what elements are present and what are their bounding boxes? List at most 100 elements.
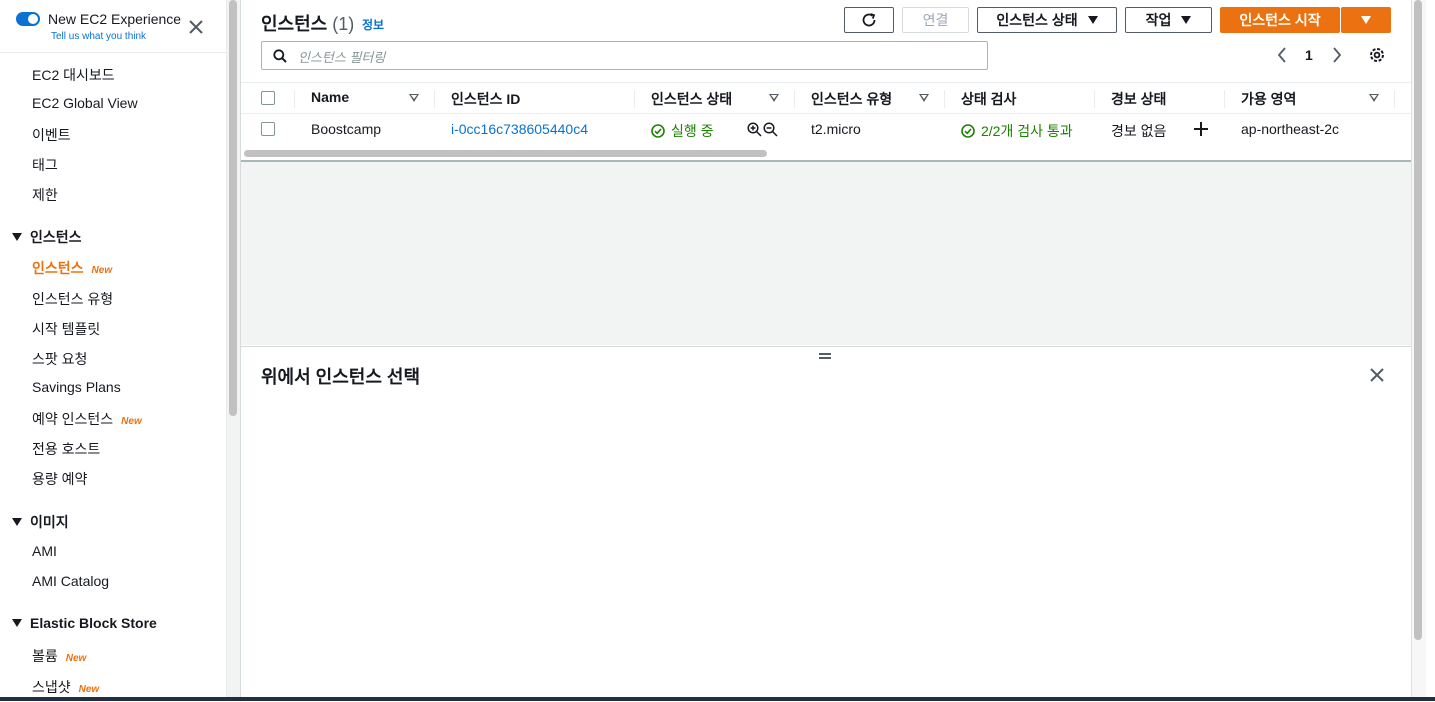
column-header-status-check[interactable]: 상태 검사	[961, 89, 1016, 109]
nav-section-ebs[interactable]: Elastic Block Store	[12, 615, 157, 631]
new-badge: New	[91, 265, 113, 276]
nav-dedicated-hosts[interactable]: 전용 호스트	[32, 439, 100, 459]
launch-dropdown-button[interactable]	[1341, 7, 1391, 33]
close-icon[interactable]	[1368, 366, 1386, 384]
detail-title: 위에서 인스턴스 선택	[261, 367, 421, 387]
experience-title: New EC2 Experience	[48, 11, 182, 27]
nav-snapshots[interactable]: 스냅샷 New	[32, 677, 99, 697]
column-divider	[634, 90, 635, 108]
column-divider	[1094, 90, 1095, 108]
row-checkbox[interactable]	[261, 122, 275, 136]
page-number[interactable]: 1	[1305, 47, 1313, 63]
column-header-name[interactable]: Name	[311, 89, 349, 105]
chevron-right-icon[interactable]	[1331, 46, 1343, 64]
sidebar: New EC2 Experience Tell us what you thin…	[0, 0, 227, 701]
column-divider	[434, 90, 435, 108]
column-divider	[294, 90, 295, 108]
refresh-button[interactable]	[844, 7, 894, 33]
cell-availability-zone: ap-northeast-2c	[1241, 121, 1340, 137]
nav-volumes[interactable]: 볼륨 New	[32, 646, 86, 666]
instance-count: (1)	[332, 14, 355, 34]
refresh-icon	[862, 13, 876, 27]
launch-instances-button[interactable]: 인스턴스 시작	[1220, 7, 1340, 33]
zoom-in-icon[interactable]	[747, 122, 762, 137]
table-scrollbar-thumb[interactable]	[244, 150, 767, 157]
nav-ami[interactable]: AMI	[32, 543, 57, 559]
cell-status-check: 2/2개 검사 통과	[961, 121, 1073, 141]
table-row[interactable]: Boostcamp i-0cc16c738605440c4 실행 중 t2.mi…	[241, 113, 1411, 145]
instances-panel: 인스턴스 (1) 정보 연결 인스턴스 상태 작업 인스턴스 시작 1	[241, 0, 1411, 162]
main-content: 인스턴스 (1) 정보 연결 인스턴스 상태 작업 인스턴스 시작 1	[240, 0, 1412, 702]
chevron-left-icon[interactable]	[1276, 46, 1288, 64]
nav-instance-types[interactable]: 인스턴스 유형	[32, 289, 113, 309]
instance-state-button[interactable]: 인스턴스 상태	[977, 7, 1117, 33]
bottom-border	[0, 697, 1435, 701]
column-header-instance-type[interactable]: 인스턴스 유형	[811, 89, 892, 109]
nav-section-instances[interactable]: 인스턴스	[12, 227, 82, 247]
caret-down-icon	[1361, 16, 1371, 24]
feedback-link[interactable]: Tell us what you think	[51, 31, 146, 42]
table-header: Name 인스턴스 ID 인스턴스 상태 인스턴스 유형 상태 검사 경보 상태…	[241, 82, 1411, 114]
resize-handle-icon[interactable]	[819, 352, 831, 360]
nav-capacity-reservations[interactable]: 용량 예약	[32, 469, 87, 489]
nav-label: 예약 인스턴스	[32, 411, 114, 427]
page-title: 인스턴스 (1)	[261, 10, 354, 36]
main-scrollbar-thumb[interactable]	[1414, 0, 1422, 640]
nav-instances[interactable]: 인스턴스 New	[32, 258, 112, 278]
nav-spot-requests[interactable]: 스팟 요청	[32, 349, 87, 369]
empty-table-area	[241, 162, 1411, 345]
gear-icon[interactable]	[1368, 46, 1386, 64]
sort-icon[interactable]	[769, 94, 779, 102]
plus-icon[interactable]	[1193, 121, 1209, 137]
actions-button[interactable]: 작업	[1125, 7, 1212, 33]
column-header-availability-zone[interactable]: 가용 영역	[1241, 89, 1296, 109]
section-label: 이미지	[30, 514, 69, 530]
nav-limits[interactable]: 제한	[32, 185, 58, 205]
column-header-alarm-status[interactable]: 경보 상태	[1111, 89, 1166, 109]
filter-input[interactable]	[296, 46, 980, 68]
zoom-out-icon[interactable]	[763, 122, 778, 137]
nav-ami-catalog[interactable]: AMI Catalog	[32, 573, 109, 589]
column-header-instance-id[interactable]: 인스턴스 ID	[451, 89, 520, 109]
sort-icon[interactable]	[409, 94, 419, 102]
caret-down-icon	[12, 619, 22, 627]
nav-section-images[interactable]: 이미지	[12, 512, 69, 532]
sort-icon[interactable]	[919, 94, 929, 102]
caret-down-icon	[1181, 16, 1192, 24]
status-check-text: 2/2개 검사 통과	[981, 123, 1073, 139]
caret-down-icon	[1087, 16, 1098, 24]
instance-id-link[interactable]: i-0cc16c738605440c4	[451, 121, 588, 137]
check-circle-icon	[651, 124, 665, 138]
section-label: 인스턴스	[30, 229, 82, 245]
cell-instance-state: 실행 중	[651, 121, 714, 141]
new-badge: New	[78, 684, 100, 695]
nav-label: 인스턴스	[32, 260, 84, 276]
nav-savings-plans[interactable]: Savings Plans	[32, 379, 121, 395]
experience-header: New EC2 Experience Tell us what you thin…	[0, 0, 226, 53]
nav-label: 볼륨	[32, 648, 58, 664]
select-all-checkbox[interactable]	[261, 91, 275, 105]
nav-tags[interactable]: 태그	[32, 155, 58, 175]
column-divider	[1224, 90, 1225, 108]
new-badge: New	[121, 416, 142, 427]
nav-reserved-instances[interactable]: 예약 인스턴스 New	[32, 409, 142, 429]
new-experience-toggle[interactable]	[16, 12, 40, 26]
column-header-instance-state[interactable]: 인스턴스 상태	[651, 89, 732, 109]
nav-ec2-dashboard[interactable]: EC2 대시보드	[32, 65, 115, 85]
column-divider	[1394, 90, 1395, 108]
cell-instance-type: t2.micro	[811, 121, 861, 137]
button-label: 작업	[1145, 12, 1172, 28]
sidebar-scrollbar-thumb[interactable]	[229, 0, 237, 416]
connect-button[interactable]: 연결	[902, 7, 969, 33]
column-divider	[794, 90, 795, 108]
check-circle-icon	[961, 124, 975, 138]
info-link[interactable]: 정보	[362, 16, 384, 33]
nav-ec2-global-view[interactable]: EC2 Global View	[32, 95, 138, 111]
filter-box	[261, 41, 988, 70]
state-text: 실행 중	[671, 123, 714, 139]
nav-launch-templates[interactable]: 시작 템플릿	[32, 319, 100, 339]
close-icon[interactable]	[186, 17, 206, 37]
sort-icon[interactable]	[1369, 94, 1379, 102]
nav-events[interactable]: 이벤트	[32, 125, 71, 145]
new-badge: New	[65, 653, 87, 664]
